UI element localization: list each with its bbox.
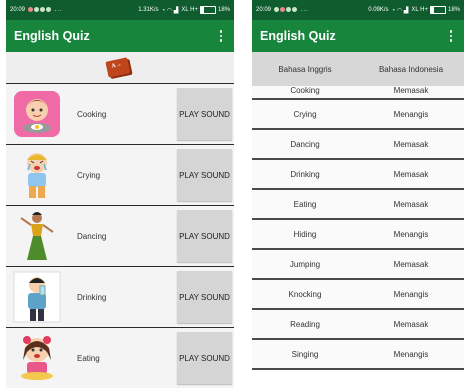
table-header: Bahasa Inggris Bahasa Indonesia [252,52,464,86]
status-bar: 20:09 ... 1.31K/s ◔ ◠ ▟ XL H+ 18% [6,0,234,20]
status-time: 20:09 [10,7,26,13]
table-row[interactable]: Cooking Memasak [252,86,464,100]
english-word-cell: Reading [290,319,320,329]
play-sound-button[interactable]: PLAY SOUND [177,332,232,384]
english-word-cell: Crying [293,109,317,119]
indonesian-word-cell: Memasak [393,259,429,269]
network-speed: 1.31K/s [138,7,159,13]
overflow-menu-icon[interactable] [216,27,226,45]
column-header-indonesian: Bahasa Indonesia [378,64,444,74]
english-word-cell: Drinking [290,169,320,179]
word-label: Dancing [77,231,107,241]
dancing-woman-icon [11,210,63,262]
word-label: Eating [77,353,100,363]
word-row: Crying PLAY SOUND [6,144,234,205]
dictionary-book-icon: A→ [105,56,134,79]
wifi-signal-icon: ◔ ◠ ▟ [391,7,409,14]
indonesian-word-cell: Menangis [393,109,429,119]
word-label: Crying [77,170,101,180]
indonesian-word-cell: Menangis [393,229,429,239]
network-type: XL H+ [181,7,198,13]
english-word-cell: Singing [291,349,319,359]
table-row[interactable]: Drinking Memasak [252,160,464,190]
battery-level: 18% [447,7,460,13]
battery-icon [429,6,446,14]
drinking-boy-icon [11,271,63,323]
app-bar: English Quiz [252,20,464,52]
battery-icon [199,6,216,14]
english-word-cell: Hiding [293,229,317,239]
app-title: English Quiz [260,29,336,43]
word-row: Drinking PLAY SOUND [6,266,234,327]
word-label: Cooking [77,109,107,119]
english-word-cell: Jumping [289,259,321,269]
cooking-girl-icon [11,88,63,140]
right-phone-screen: 20:09 ... 0.09K/s ◔ ◠ ▟ XL H+ 18% Englis… [252,0,464,388]
notification-icons: ... [28,6,63,13]
indonesian-word-cell: Menangis [393,289,429,299]
table-row[interactable]: Reading Memasak [252,310,464,340]
play-sound-button[interactable]: PLAY SOUND [177,271,232,323]
table-row[interactable]: Crying Menangis [252,100,464,130]
left-phone-screen: 20:09 ... 1.31K/s ◔ ◠ ▟ XL H+ 18% Englis… [6,0,234,388]
network-type: XL H+ [411,7,428,13]
indonesian-word-cell: Memasak [393,86,429,95]
play-sound-button[interactable]: PLAY SOUND [177,149,232,201]
word-row: Dancing PLAY SOUND [6,205,234,266]
indonesian-word-cell: Memasak [393,169,429,179]
english-word-cell: Cooking [290,86,320,95]
overflow-menu-icon[interactable] [446,27,456,45]
app-bar: English Quiz [6,20,234,52]
battery-level: 18% [217,7,230,13]
play-sound-button[interactable]: PLAY SOUND [177,210,232,262]
table-row[interactable]: Knocking Menangis [252,280,464,310]
play-sound-button[interactable]: PLAY SOUND [177,88,232,140]
eating-girl-icon [11,332,63,384]
word-label: Drinking [77,292,107,302]
logo-row: A→ [6,52,234,83]
word-row: Eating PLAY SOUND [6,327,234,388]
network-speed: 0.09K/s [368,7,389,13]
notification-icons: ... [274,6,309,13]
indonesian-word-cell: Menangis [393,349,429,359]
english-word-cell: Knocking [288,289,322,299]
english-word-cell: Eating [293,199,317,209]
word-row: Cooking PLAY SOUND [6,83,234,144]
wifi-signal-icon: ◔ ◠ ▟ [161,7,179,14]
table-row[interactable]: Singing Menangis [252,340,464,370]
english-word-cell: Dancing [290,139,320,149]
app-title: English Quiz [14,29,90,43]
table-row[interactable]: Eating Memasak [252,190,464,220]
column-header-english: Bahasa Inggris [278,64,332,74]
table-row[interactable]: Hiding Menangis [252,220,464,250]
status-time: 20:09 [256,7,272,13]
table-row[interactable]: Dancing Memasak [252,130,464,160]
indonesian-word-cell: Memasak [393,199,429,209]
crying-boy-icon [11,149,63,201]
indonesian-word-cell: Memasak [393,139,429,149]
status-bar: 20:09 ... 0.09K/s ◔ ◠ ▟ XL H+ 18% [252,0,464,20]
table-row[interactable]: Jumping Memasak [252,250,464,280]
indonesian-word-cell: Memasak [393,319,429,329]
